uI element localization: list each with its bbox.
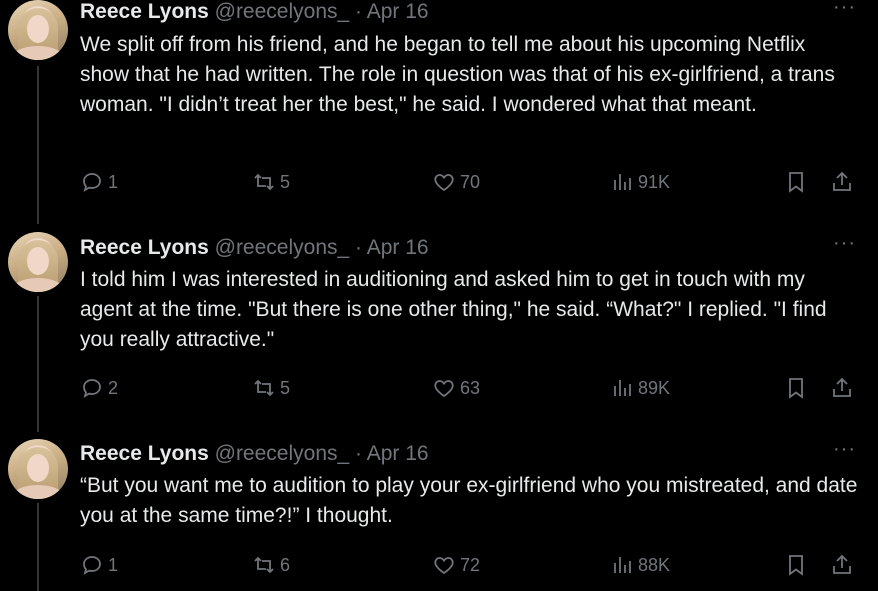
views-count: 89K	[638, 377, 671, 398]
heart-icon	[434, 380, 454, 398]
heart-icon	[434, 557, 454, 575]
reply-button[interactable]: 2	[80, 373, 118, 403]
bookmark-icon	[789, 378, 803, 399]
tweet-text: “But you want me to audition to play you…	[80, 474, 858, 527]
views-icon	[614, 174, 631, 190]
retweet-icon	[254, 173, 274, 191]
views-button[interactable]: 91K	[610, 167, 670, 197]
author-handle[interactable]: @reecelyons_	[215, 0, 350, 23]
bookmark-button[interactable]	[784, 373, 812, 403]
views-icon	[614, 557, 631, 573]
views-button[interactable]: 89K	[610, 373, 670, 403]
separator: ·	[355, 0, 363, 23]
reply-button[interactable]: 1	[80, 167, 118, 197]
tweet-actions: 2 5 63 89K	[80, 373, 860, 403]
thread-line	[37, 66, 39, 224]
retweet-count: 5	[280, 171, 291, 192]
retweet-button[interactable]: 5	[252, 167, 290, 197]
tweet-text: We split off from his friend, and he beg…	[80, 33, 835, 116]
share-icon	[833, 554, 851, 574]
views-icon	[614, 380, 631, 396]
avatar[interactable]	[8, 0, 68, 60]
share-icon	[833, 377, 851, 397]
tweet-date[interactable]: Apr 16	[367, 236, 429, 259]
retweet-button[interactable]: 6	[252, 550, 290, 580]
share-button[interactable]	[830, 167, 858, 197]
reply-count: 1	[108, 171, 119, 192]
like-button[interactable]: 70	[432, 167, 480, 197]
author-handle[interactable]: @reecelyons_	[215, 442, 350, 465]
tweet-text: I told him I was interested in auditioni…	[80, 268, 827, 351]
like-button[interactable]: 63	[432, 373, 480, 403]
reply-icon	[83, 556, 101, 575]
like-count: 72	[460, 554, 481, 575]
reply-count: 1	[108, 554, 119, 575]
bookmark-icon	[789, 555, 803, 576]
bookmark-button[interactable]	[784, 550, 812, 580]
author-name[interactable]: Reece Lyons	[80, 442, 209, 465]
share-button[interactable]	[830, 373, 858, 403]
reply-icon	[83, 173, 101, 192]
tweet-actions: 1 6 72 88K	[80, 550, 860, 580]
tweet-thread: Reece Lyons @reecelyons_ · Apr 16 ··· We…	[0, 0, 878, 591]
more-options-icon[interactable]: ···	[833, 0, 856, 19]
views-count: 88K	[638, 554, 671, 575]
reply-count: 2	[108, 377, 119, 398]
retweet-icon	[254, 379, 274, 397]
share-icon	[833, 171, 851, 191]
tweet-header: Reece Lyons @reecelyons_ · Apr 16	[80, 0, 429, 25]
retweet-count: 6	[280, 554, 291, 575]
retweet-button[interactable]: 5	[252, 373, 290, 403]
thread-line	[37, 296, 39, 432]
retweet-count: 5	[280, 377, 291, 398]
avatar[interactable]	[8, 439, 68, 499]
reply-button[interactable]: 1	[80, 550, 118, 580]
thread-line	[37, 503, 39, 591]
like-count: 70	[460, 171, 481, 192]
share-button[interactable]	[830, 550, 858, 580]
views-button[interactable]: 88K	[610, 550, 670, 580]
views-count: 91K	[638, 171, 671, 192]
reply-icon	[83, 379, 101, 398]
bookmark-button[interactable]	[784, 167, 812, 197]
bookmark-icon	[789, 172, 803, 193]
tweet-actions: 1 5 70 91K	[80, 167, 860, 197]
more-options-icon[interactable]: ···	[833, 438, 856, 461]
tweet-header: Reece Lyons @reecelyons_ · Apr 16	[80, 235, 429, 261]
separator: ·	[355, 442, 363, 465]
like-button[interactable]: 72	[432, 550, 480, 580]
author-name[interactable]: Reece Lyons	[80, 0, 209, 23]
retweet-icon	[254, 556, 274, 574]
avatar[interactable]	[8, 232, 68, 292]
tweet-header: Reece Lyons @reecelyons_ · Apr 16	[80, 441, 429, 467]
tweet-date[interactable]: Apr 16	[367, 0, 429, 23]
author-name[interactable]: Reece Lyons	[80, 236, 209, 259]
tweet-date[interactable]: Apr 16	[367, 442, 429, 465]
heart-icon	[434, 174, 454, 192]
separator: ·	[355, 236, 363, 259]
like-count: 63	[460, 377, 481, 398]
author-handle[interactable]: @reecelyons_	[215, 236, 350, 259]
more-options-icon[interactable]: ···	[833, 232, 856, 255]
